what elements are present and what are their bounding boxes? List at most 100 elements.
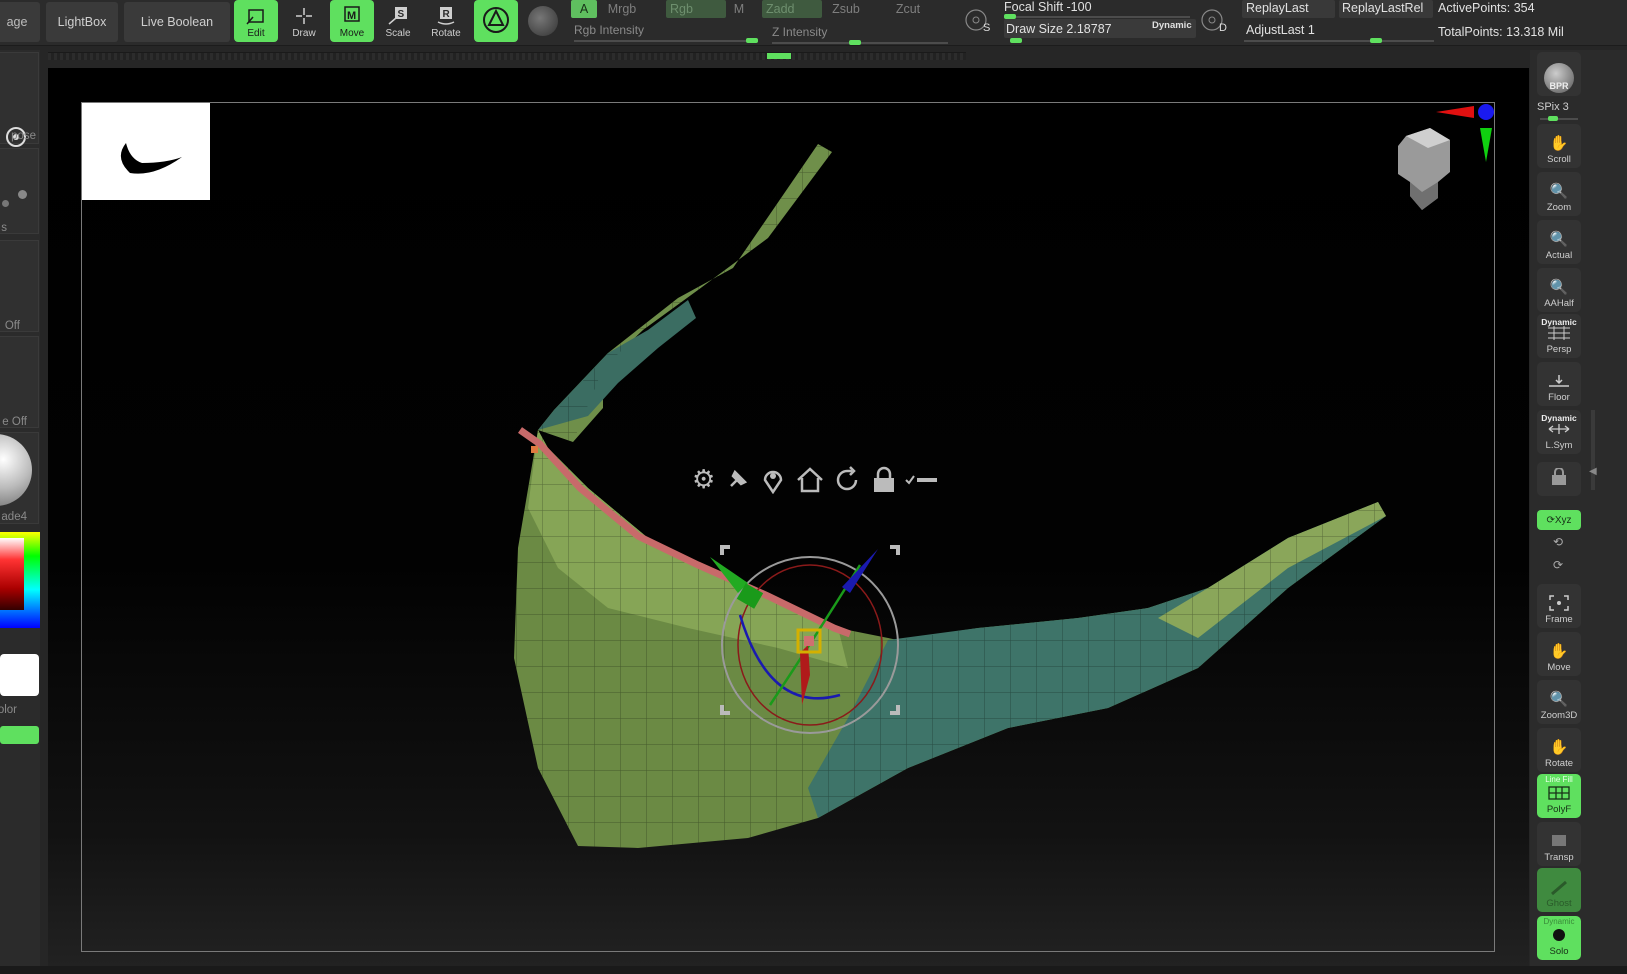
material-sphere-icon[interactable] xyxy=(528,6,558,36)
lock-icon[interactable] xyxy=(871,466,897,494)
rotate-mode-button[interactable]: R Rotate xyxy=(424,0,468,42)
main-color-swatch[interactable] xyxy=(0,654,39,696)
zadd-channel-button[interactable]: Zadd xyxy=(762,0,822,18)
adjust-last-slider[interactable] xyxy=(1244,40,1434,42)
rgb-intensity-knob[interactable] xyxy=(746,38,758,43)
actual-size-button[interactable]: 🔍 Actual xyxy=(1537,220,1581,264)
svg-text:M: M xyxy=(347,10,356,22)
hand-icon: ✋ xyxy=(1549,135,1569,152)
live-boolean-button[interactable]: Live Boolean xyxy=(124,2,230,42)
solo-button[interactable]: Dynamic Solo xyxy=(1537,916,1581,960)
draw-mode-button[interactable]: Draw xyxy=(282,0,326,42)
replay-last-label: ReplayLast xyxy=(1246,1,1309,15)
material-label: ade4 xyxy=(1,511,27,523)
transparency-button[interactable]: Transp xyxy=(1537,822,1581,866)
line-fill-label: Line Fill xyxy=(1545,775,1573,784)
perspective-button[interactable]: Dynamic Persp xyxy=(1537,314,1581,358)
move-view-button[interactable]: ✋ Move xyxy=(1537,632,1581,676)
hand-icon: ✋ xyxy=(1549,643,1569,660)
bottom-taskbar xyxy=(0,966,1627,974)
d-key-icon[interactable]: D xyxy=(1200,8,1228,36)
pin-icon[interactable] xyxy=(723,466,751,494)
zoom3d-button[interactable]: 🔍 Zoom3D xyxy=(1537,680,1581,724)
move-label: Move xyxy=(339,28,365,39)
xyz-rotation-button[interactable]: ⟳ Xyz xyxy=(1537,510,1581,530)
dynamic-draw-size-toggle[interactable]: Dynamic xyxy=(1152,20,1192,31)
transpose-gizmo[interactable] xyxy=(710,545,910,745)
polyf-label: PolyF xyxy=(1546,804,1572,815)
floor-button[interactable]: Floor xyxy=(1537,362,1581,406)
timeline-marker[interactable] xyxy=(767,53,791,59)
zoom3d-label: Zoom3D xyxy=(1540,710,1578,721)
local-symmetry-button[interactable]: Dynamic L.Sym xyxy=(1537,410,1581,454)
camera-lock-button[interactable] xyxy=(1537,462,1581,496)
magnifier-icon: 🔍 xyxy=(1549,231,1569,248)
color-toggle-button[interactable] xyxy=(0,726,39,744)
rgb-intensity-label: Rgb Intensity xyxy=(574,23,645,37)
timeline-strip[interactable] xyxy=(48,52,966,60)
image-menu-button[interactable]: age xyxy=(0,2,40,42)
aahalf-label: AAHalf xyxy=(1544,298,1574,309)
left-shelf: pose s Off e Off ade4 olor xyxy=(0,50,40,974)
rgb-intensity-slider[interactable] xyxy=(574,40,758,42)
draw-size-knob[interactable] xyxy=(1010,38,1022,43)
actual-label: Actual xyxy=(1545,250,1573,261)
collapse-arrow-icon[interactable]: ◀ xyxy=(1589,466,1597,477)
check-minus-icon[interactable] xyxy=(905,473,939,487)
texture-slot[interactable] xyxy=(0,336,39,428)
right-shelf-scrollbar[interactable] xyxy=(1591,410,1595,490)
z-intensity-knob[interactable] xyxy=(849,40,861,45)
zsub-channel-button[interactable]: Zsub xyxy=(826,0,866,18)
move-mode-button[interactable]: M Move xyxy=(330,0,374,42)
home-icon[interactable] xyxy=(795,466,825,494)
spix-slider[interactable] xyxy=(1540,118,1578,120)
ghost-button[interactable]: Ghost xyxy=(1537,868,1581,912)
ghost-label: Ghost xyxy=(1546,898,1572,909)
zoom-view-button[interactable]: 🔍 Zoom xyxy=(1537,172,1581,216)
edit-icon xyxy=(246,9,264,25)
focal-shift-slider[interactable] xyxy=(1004,16,1190,18)
spix-label: SPix 3 xyxy=(1537,101,1569,113)
y-axis-handle[interactable] xyxy=(710,557,748,593)
lightbox-button[interactable]: LightBox xyxy=(46,2,118,42)
z-rotation-icon[interactable]: ⟳ xyxy=(1553,558,1563,572)
persp-label: Persp xyxy=(1546,344,1572,355)
gizmo-toggle-button[interactable] xyxy=(474,0,518,42)
a-channel-button[interactable]: A xyxy=(571,0,597,18)
bpr-render-button[interactable]: BPR xyxy=(1537,52,1581,96)
lsym-dynamic-label: Dynamic xyxy=(1541,413,1577,423)
location-icon[interactable] xyxy=(759,466,787,494)
s-key-icon[interactable]: S xyxy=(964,8,992,36)
frame-icon xyxy=(1549,595,1569,611)
adjust-last-knob[interactable] xyxy=(1370,38,1382,43)
mrgb-channel-button[interactable]: Mrgb xyxy=(602,0,642,18)
scale-mode-button[interactable]: S Scale xyxy=(376,0,420,42)
gear-icon[interactable]: ⚙ xyxy=(692,464,715,495)
stroke-label: s xyxy=(1,222,7,234)
persp-dynamic-label: Dynamic xyxy=(1541,317,1577,327)
aahalf-button[interactable]: 🔍 AAHalf xyxy=(1537,268,1581,312)
rgb-channel-button[interactable]: Rgb xyxy=(666,0,726,18)
stroke-dot-icon xyxy=(2,200,9,207)
frame-button[interactable]: Frame xyxy=(1537,584,1581,628)
s-key-label: S xyxy=(983,22,991,34)
zcut-channel-button[interactable]: Zcut xyxy=(888,0,928,18)
y-rotation-icon[interactable]: ⟲ xyxy=(1553,535,1563,549)
mesh-model[interactable] xyxy=(48,68,1529,968)
spix-knob[interactable] xyxy=(1548,116,1558,121)
draw-icon xyxy=(296,8,312,24)
polyframe-grid-icon xyxy=(1548,786,1570,800)
draw-label: Draw xyxy=(292,28,316,39)
m-channel-button[interactable]: M xyxy=(728,0,750,18)
rotate-view-button[interactable]: ✋ Rotate xyxy=(1537,728,1581,772)
scroll-view-button[interactable]: ✋ Scroll xyxy=(1537,124,1581,168)
reset-icon[interactable] xyxy=(833,465,863,494)
polyframe-button[interactable]: Line Fill PolyF xyxy=(1537,774,1581,818)
color-picker-square[interactable] xyxy=(0,538,24,610)
alpha-slot[interactable] xyxy=(0,240,39,332)
alpha-off-label: Off xyxy=(4,320,20,332)
scroll-label: Scroll xyxy=(1547,154,1571,165)
scale-icon: S xyxy=(388,7,407,25)
gizmo-icon xyxy=(483,7,509,33)
edit-mode-button[interactable]: Edit xyxy=(234,0,278,42)
